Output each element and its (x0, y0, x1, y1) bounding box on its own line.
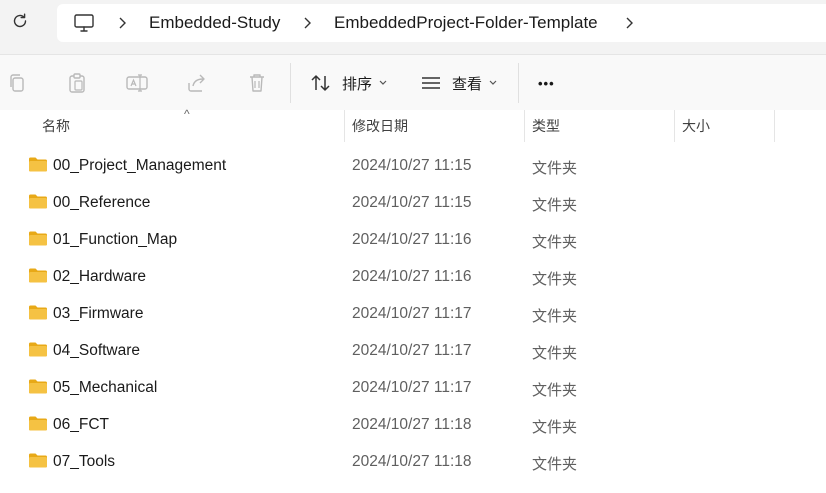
folder-icon (28, 378, 48, 399)
refresh-icon (13, 13, 27, 28)
sort-ascending-icon: ^ (184, 107, 190, 121)
rename-icon[interactable] (125, 71, 149, 95)
column-divider[interactable] (524, 110, 525, 142)
file-date: 2024/10/27 11:17 (352, 342, 472, 359)
file-date: 2024/10/27 11:16 (352, 268, 472, 285)
file-type: 文件夹 (532, 382, 578, 399)
table-row[interactable]: 02_Hardware 2024/10/27 11:16 文件夹 (0, 259, 826, 296)
more-options-button[interactable]: ••• (538, 69, 555, 97)
file-date: 2024/10/27 11:15 (352, 157, 472, 174)
folder-icon (28, 193, 48, 214)
file-name: 05_Mechanical (53, 379, 158, 396)
table-row[interactable]: 00_Reference 2024/10/27 11:15 文件夹 (0, 185, 826, 222)
file-name: 00_Project_Management (53, 157, 227, 174)
table-row[interactable]: 04_Software 2024/10/27 11:17 文件夹 (0, 333, 826, 370)
file-date: 2024/10/27 11:15 (352, 194, 472, 211)
file-date: 2024/10/27 11:18 (352, 453, 472, 470)
file-date: 2024/10/27 11:17 (352, 379, 472, 396)
file-name: 06_FCT (53, 416, 109, 433)
file-type: 文件夹 (532, 419, 578, 436)
file-name: 07_Tools (53, 453, 116, 470)
table-row[interactable]: 06_FCT 2024/10/27 11:18 文件夹 (0, 407, 826, 444)
command-bar: 排序 查看 ••• (0, 54, 826, 112)
file-date: 2024/10/27 11:17 (352, 305, 472, 322)
table-row[interactable]: 01_Function_Map 2024/10/27 11:16 文件夹 (0, 222, 826, 259)
more-icon: ••• (538, 75, 555, 91)
file-type: 文件夹 (532, 160, 578, 177)
delete-icon[interactable] (245, 71, 269, 95)
file-type: 文件夹 (532, 234, 578, 251)
folder-icon (28, 156, 48, 177)
toolbar-divider (290, 63, 291, 103)
file-date: 2024/10/27 11:18 (352, 416, 472, 433)
share-icon[interactable] (185, 71, 209, 95)
refresh-button[interactable] (9, 10, 31, 32)
file-name: 00_Reference (53, 194, 151, 211)
file-name: 03_Firmware (53, 305, 144, 322)
table-row[interactable]: 00_Project_Management 2024/10/27 11:15 文… (0, 148, 826, 185)
sort-label: 排序 (342, 75, 373, 93)
file-type: 文件夹 (532, 456, 578, 473)
column-header-date[interactable]: 修改日期 (352, 116, 408, 136)
view-label: 查看 (452, 75, 483, 93)
file-date: 2024/10/27 11:16 (352, 231, 472, 248)
address-bar[interactable]: Embedded-Study EmbeddedProject-Folder-Te… (57, 4, 826, 42)
paste-icon[interactable] (65, 71, 89, 95)
table-row[interactable]: 07_Tools 2024/10/27 11:18 文件夹 (0, 444, 826, 481)
breadcrumb-item[interactable]: EmbeddedProject-Folder-Template (334, 13, 598, 33)
this-pc-icon[interactable] (73, 13, 95, 38)
sort-icon (311, 75, 330, 91)
folder-icon (28, 304, 48, 325)
copy-icon[interactable] (5, 71, 29, 95)
column-divider[interactable] (674, 110, 675, 142)
table-row[interactable]: 05_Mechanical 2024/10/27 11:17 文件夹 (0, 370, 826, 407)
chevron-right-icon[interactable] (302, 16, 312, 35)
column-header-type[interactable]: 类型 (532, 116, 560, 136)
chevron-down-icon (489, 80, 497, 85)
file-name: 02_Hardware (53, 268, 147, 285)
file-list: ^ 名称 修改日期 类型 大小 00_Project_Management 20… (0, 107, 826, 493)
chevron-down-icon (379, 80, 387, 85)
folder-icon (28, 341, 48, 362)
file-name: 01_Function_Map (53, 231, 178, 248)
file-type: 文件夹 (532, 308, 578, 325)
chevron-right-icon[interactable] (624, 16, 634, 35)
file-type: 文件夹 (532, 197, 578, 214)
breadcrumb-item[interactable]: Embedded-Study (149, 13, 280, 33)
column-header-name[interactable]: 名称 (42, 116, 70, 136)
folder-icon (28, 230, 48, 251)
folder-icon (28, 267, 48, 288)
sort-button[interactable]: 排序 (310, 69, 388, 97)
folder-icon (28, 452, 48, 473)
file-type: 文件夹 (532, 271, 578, 288)
folder-icon (28, 415, 48, 436)
file-name: 04_Software (53, 342, 141, 359)
table-row[interactable]: 03_Firmware 2024/10/27 11:17 文件夹 (0, 296, 826, 333)
address-bar-region: Embedded-Study EmbeddedProject-Folder-Te… (0, 0, 826, 50)
toolbar-divider (518, 63, 519, 103)
view-icon (422, 77, 440, 89)
chevron-right-icon[interactable] (117, 16, 127, 35)
file-type: 文件夹 (532, 345, 578, 362)
column-header-size[interactable]: 大小 (682, 116, 710, 136)
view-button[interactable]: 查看 (420, 69, 498, 97)
column-divider[interactable] (344, 110, 345, 142)
column-divider[interactable] (774, 110, 775, 142)
